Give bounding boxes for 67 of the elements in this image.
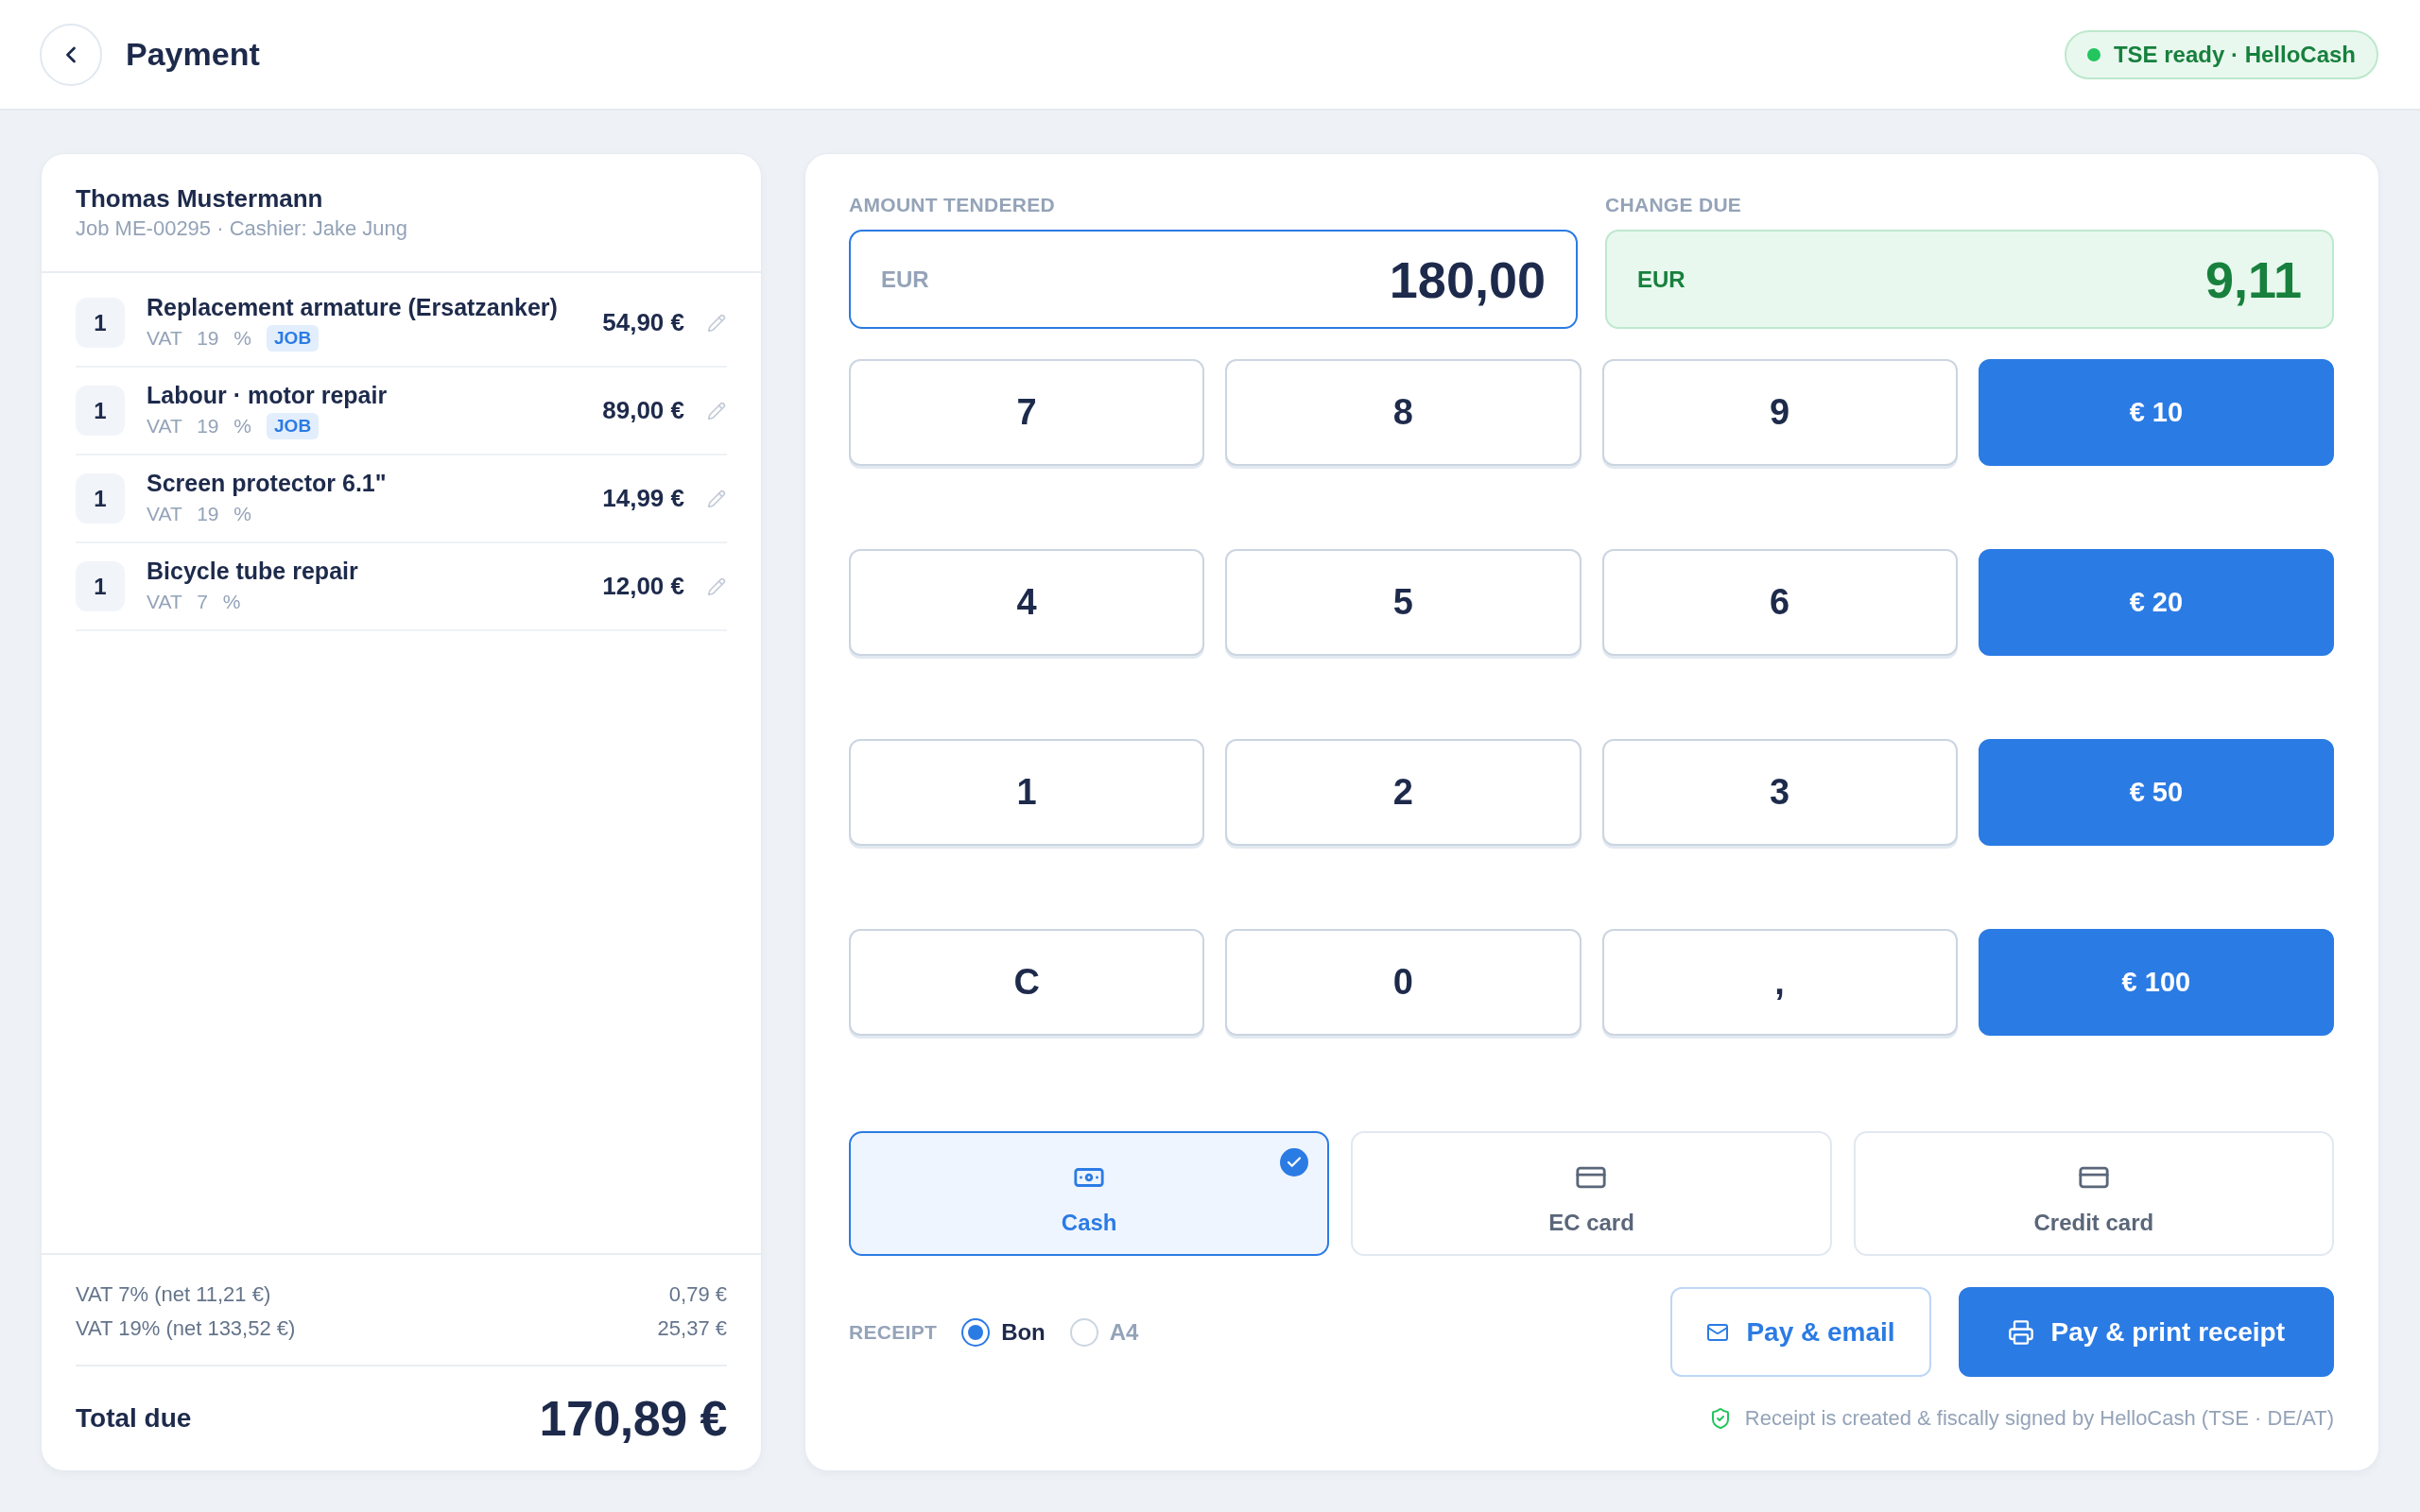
quantity-badge: 1 [76, 386, 125, 436]
field-label: CHANGE DUE [1605, 194, 1743, 216]
quick-amount-button[interactable]: € 50 [1978, 739, 2334, 846]
keypad-key[interactable]: 4 [849, 549, 1205, 656]
amount-field[interactable]: EUR 180,00 [849, 230, 1578, 329]
job-details: Job ME-00295 · Cashier: Jake Jung [76, 216, 408, 241]
vat-rate-text: VAT 19 % [147, 415, 252, 438]
print-button[interactable]: Pay & print receipt [1958, 1287, 2334, 1377]
radio-option-label[interactable]: Bon [1001, 1318, 1046, 1346]
keypad-key[interactable]: 1 [849, 739, 1205, 846]
total-label: Total due [76, 1403, 192, 1434]
vat-line-label: VAT 7% (net 11,21 €) [76, 1282, 271, 1307]
keypad-key[interactable]: , [1601, 929, 1958, 1036]
vat-line-amount: 0,79 € [668, 1282, 727, 1307]
item-name: Replacement armature (Ersatzanker) [147, 294, 559, 321]
currency-text: EUR [1637, 266, 1685, 293]
receipt-label: RECEIPT [849, 1320, 938, 1344]
quick-amount-button[interactable]: € 100 [1978, 929, 2334, 1036]
pencil-icon[interactable] [707, 489, 726, 508]
check-icon [1280, 1148, 1309, 1177]
payment-method-button[interactable]: Cash [849, 1131, 1330, 1256]
vat-rate-text: VAT 19 % [147, 503, 252, 525]
keypad-key[interactable]: 7 [849, 359, 1205, 466]
quantity-badge: 1 [76, 298, 125, 348]
field-label: AMOUNT TENDERED [849, 194, 1056, 216]
item-price: 89,00 € [602, 396, 684, 425]
keypad-key[interactable]: 9 [1601, 359, 1958, 466]
keypad-key[interactable]: 2 [1225, 739, 1582, 846]
currency-text: EUR [881, 266, 929, 293]
quantity-badge: 1 [76, 561, 125, 611]
fiscal-note: Receipt is created & fiscally signed by HelloCash (TSE · DE/AT) [1744, 1406, 2334, 1431]
printer-icon [2007, 1318, 2034, 1346]
keypad-key[interactable]: 6 [1601, 549, 1958, 656]
amount-value: 9,11 [2204, 249, 2302, 309]
quick-amount-button[interactable]: € 10 [1978, 359, 2334, 466]
vat-rate-text: VAT 7 % [147, 591, 241, 613]
pencil-icon[interactable] [707, 576, 726, 596]
payment-method-button[interactable]: Credit card [1853, 1131, 2334, 1256]
keypad-key[interactable]: 0 [1225, 929, 1582, 1036]
radio-button[interactable] [961, 1317, 991, 1347]
item-name: Bicycle tube repair [147, 558, 359, 585]
total-amount: 170,89 € [539, 1390, 727, 1447]
item-price: 12,00 € [602, 572, 684, 601]
keypad-key[interactable]: 5 [1225, 549, 1582, 656]
keypad-key[interactable]: 8 [1225, 359, 1582, 466]
customer-name: Thomas Mustermann [76, 184, 324, 213]
pencil-icon[interactable] [707, 401, 726, 421]
keypad-key[interactable]: C [849, 929, 1205, 1036]
amount-value: 180,00 [1389, 249, 1546, 309]
status-dot-icon [2086, 47, 2100, 61]
vat-line-amount: 25,37 € [657, 1316, 727, 1341]
keypad-key[interactable]: 3 [1601, 739, 1958, 846]
job-tag: JOB [267, 325, 320, 352]
payment-method-button[interactable]: EC card [1351, 1131, 1832, 1256]
vat-line-label: VAT 19% (net 133,52 €) [76, 1316, 296, 1341]
email-button[interactable]: Pay & email [1670, 1287, 1931, 1377]
item-name: Labour · motor repair [147, 382, 389, 409]
page-title: Payment [126, 36, 260, 73]
item-price: 14,99 € [602, 484, 684, 513]
quantity-badge: 1 [76, 473, 125, 524]
status-text: TSE ready · HelloCash [2113, 41, 2356, 68]
job-tag: JOB [267, 413, 320, 439]
vat-rate-text: VAT 19 % [147, 327, 252, 350]
item-name: Screen protector 6.1" [147, 470, 388, 497]
quick-amount-button[interactable]: € 20 [1978, 549, 2334, 656]
item-price: 54,90 € [602, 308, 684, 337]
pencil-icon[interactable] [707, 313, 726, 333]
